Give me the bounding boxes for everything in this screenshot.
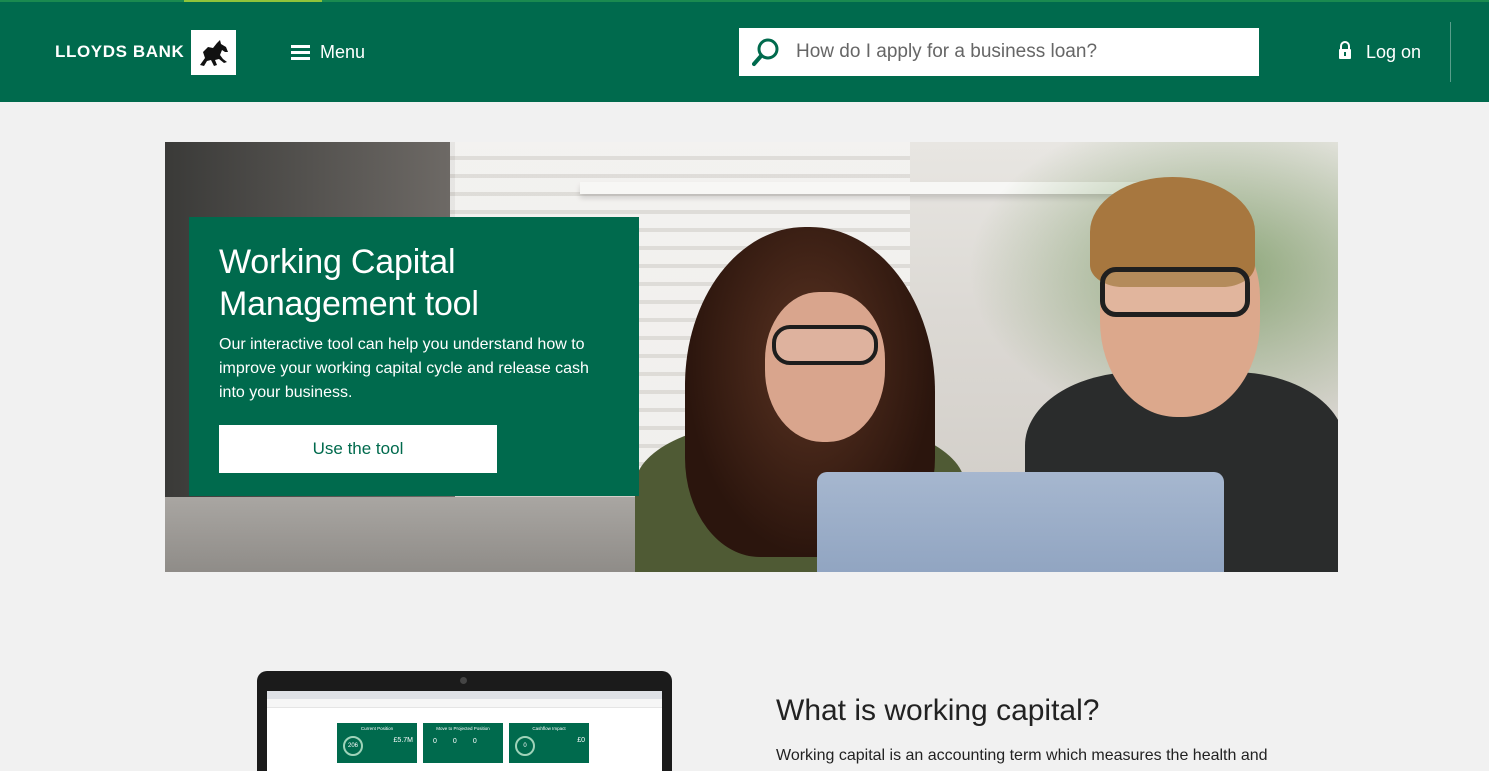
mockup-zero: 0 (472, 738, 477, 745)
hamburger-icon (291, 44, 310, 60)
mockup-tile-projected: Move to Projected Position 0 0 0 (423, 723, 503, 763)
mockup-address-bar (267, 699, 662, 708)
mockup-ring: 0 (515, 736, 535, 756)
hero-title: Working Capital Management tool (219, 241, 609, 325)
mockup-ring: 206 (343, 736, 363, 756)
hero-description: Our interactive tool can help you unders… (219, 336, 589, 401)
hero-title-line1: Working Capital (219, 243, 456, 281)
mockup-value: £5.7M (393, 737, 413, 744)
header-topline (0, 0, 1489, 2)
mockup-tile-title: Cashflow Impact (532, 726, 566, 731)
hero-photo-woman-glasses (772, 325, 878, 365)
search-box[interactable] (739, 28, 1259, 76)
mockup-tile-current: Current Position 206 £5.7M (337, 723, 417, 763)
hero-photo-woman-face (765, 292, 885, 442)
lock-icon (1338, 40, 1352, 64)
hero-photo-man-glasses (1100, 267, 1250, 317)
mockup-tiles: Current Position 206 £5.7M Move to Proje… (337, 723, 589, 763)
mockup-zero: 0 (452, 738, 457, 745)
mockup-zeros: 0 0 0 (433, 738, 477, 745)
mockup-tile-title: Move to Projected Position (436, 726, 490, 731)
mockup-zero: 0 (433, 738, 437, 745)
mockup-browser-tabs (267, 691, 662, 699)
magnifier-icon (752, 37, 780, 67)
hero-banner: Working Capital Management tool Our inte… (165, 142, 1338, 572)
hero-title-line2: Management tool (219, 285, 479, 323)
log-on-button[interactable]: Log on (1338, 40, 1421, 64)
laptop-camera (460, 677, 467, 684)
black-horse-icon[interactable] (191, 30, 236, 75)
section-heading: What is working capital? (776, 694, 1100, 727)
header-topline-highlight (184, 0, 322, 2)
mockup-tile-cashflow: Cashflow Impact 0 £0 (509, 723, 589, 763)
hero-photo-laptop (817, 472, 1224, 572)
laptop-screen: Current Position 206 £5.7M Move to Proje… (267, 691, 662, 771)
brand-name[interactable]: LLOYDS BANK (55, 42, 184, 62)
header-divider (1450, 22, 1451, 82)
menu-label: Menu (320, 41, 366, 62)
menu-button[interactable]: Menu (291, 40, 365, 64)
section-body: Working capital is an accounting term wh… (776, 747, 1268, 764)
hero-card: Working Capital Management tool Our inte… (189, 217, 639, 496)
search-input[interactable] (794, 40, 1238, 64)
laptop-mockup: Current Position 206 £5.7M Move to Proje… (257, 671, 672, 771)
site-header: LLOYDS BANK Menu Log on (0, 0, 1489, 102)
mockup-tile-title: Current Position (360, 726, 394, 731)
mockup-value: £0 (577, 737, 585, 744)
log-on-label: Log on (1366, 41, 1422, 62)
use-the-tool-button[interactable]: Use the tool (219, 425, 497, 473)
